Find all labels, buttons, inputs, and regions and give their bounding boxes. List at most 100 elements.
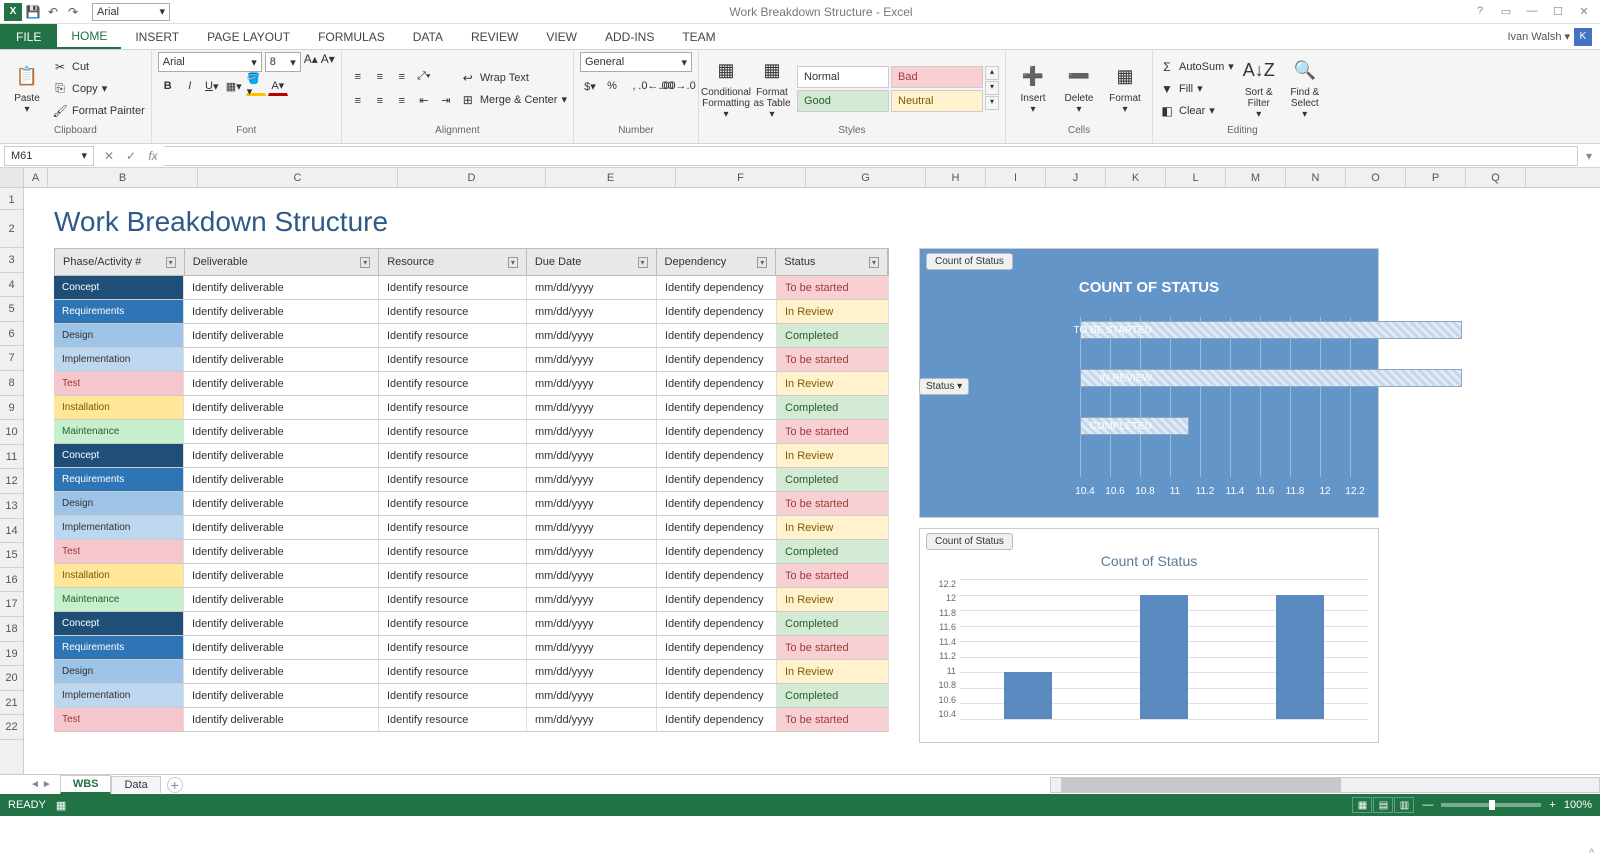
table-cell[interactable]: Requirements bbox=[54, 468, 184, 491]
table-row[interactable]: ConceptIdentify deliverableIdentify reso… bbox=[54, 444, 889, 468]
style-good[interactable]: Good bbox=[797, 90, 889, 112]
column-header[interactable]: H bbox=[926, 168, 986, 187]
filter-dropdown-icon[interactable]: ▾ bbox=[508, 257, 518, 268]
table-cell[interactable]: Identify resource bbox=[379, 324, 527, 347]
number-format-combo[interactable]: General▾ bbox=[580, 52, 692, 72]
filter-dropdown-icon[interactable]: ▾ bbox=[360, 257, 370, 268]
table-cell[interactable]: Identify deliverable bbox=[184, 444, 379, 467]
table-cell[interactable]: Requirements bbox=[54, 636, 184, 659]
copy-button[interactable]: ⎘Copy ▾ bbox=[52, 79, 145, 99]
close-icon[interactable]: ✕ bbox=[1572, 5, 1596, 18]
font-color-button[interactable]: A▾ bbox=[268, 76, 288, 96]
table-row[interactable]: ImplementationIdentify deliverableIdenti… bbox=[54, 684, 889, 708]
excel-icon[interactable]: X bbox=[4, 3, 22, 21]
row-header[interactable]: 14 bbox=[0, 519, 23, 544]
row-header[interactable]: 12 bbox=[0, 469, 23, 494]
table-cell[interactable]: mm/dd/yyyy bbox=[527, 708, 657, 731]
table-cell[interactable]: Identify dependency bbox=[657, 636, 777, 659]
table-cell[interactable]: mm/dd/yyyy bbox=[527, 492, 657, 515]
table-cell[interactable]: Identify resource bbox=[379, 684, 527, 707]
chart-count-of-status-horizontal[interactable]: Count of Status COUNT OF STATUS TO BE ST… bbox=[919, 248, 1379, 518]
tab-addins[interactable]: ADD-INS bbox=[591, 24, 668, 49]
table-row[interactable]: DesignIdentify deliverableIdentify resou… bbox=[54, 324, 889, 348]
table-cell[interactable]: Completed bbox=[777, 684, 889, 707]
table-cell[interactable]: In Review bbox=[777, 372, 889, 395]
table-cell[interactable]: Identify dependency bbox=[657, 492, 777, 515]
table-cell[interactable]: mm/dd/yyyy bbox=[527, 468, 657, 491]
style-neutral[interactable]: Neutral bbox=[891, 90, 983, 112]
decrease-decimal-icon[interactable]: .00→.0 bbox=[668, 76, 688, 96]
expand-formula-icon[interactable]: ▾ bbox=[1578, 146, 1600, 166]
table-cell[interactable]: mm/dd/yyyy bbox=[527, 564, 657, 587]
table-row[interactable]: MaintenanceIdentify deliverableIdentify … bbox=[54, 588, 889, 612]
table-cell[interactable]: Identify dependency bbox=[657, 444, 777, 467]
decrease-indent-icon[interactable]: ⇤ bbox=[414, 91, 434, 111]
save-icon[interactable]: 💾 bbox=[24, 3, 42, 21]
fx-icon[interactable]: fx bbox=[142, 146, 164, 166]
autosum-button[interactable]: ΣAutoSum ▾ bbox=[1159, 57, 1234, 77]
table-cell[interactable]: In Review bbox=[777, 516, 889, 539]
table-cell[interactable]: Identify resource bbox=[379, 300, 527, 323]
align-middle-icon[interactable]: ≡ bbox=[370, 67, 390, 87]
table-cell[interactable]: Identify resource bbox=[379, 276, 527, 299]
row-header[interactable]: 6 bbox=[0, 322, 23, 347]
tab-page-layout[interactable]: PAGE LAYOUT bbox=[193, 24, 304, 49]
table-cell[interactable]: Identify resource bbox=[379, 564, 527, 587]
table-cell[interactable]: Identify resource bbox=[379, 372, 527, 395]
table-cell[interactable]: Concept bbox=[54, 612, 184, 635]
underline-button[interactable]: U▾ bbox=[202, 76, 222, 96]
table-cell[interactable]: Identify dependency bbox=[657, 684, 777, 707]
row-header[interactable]: 18 bbox=[0, 617, 23, 642]
table-cell[interactable]: Completed bbox=[777, 396, 889, 419]
row-header[interactable]: 2 bbox=[0, 210, 23, 248]
table-cell[interactable]: Identify deliverable bbox=[184, 468, 379, 491]
orientation-icon[interactable]: ⤢▾ bbox=[414, 67, 434, 87]
table-cell[interactable]: mm/dd/yyyy bbox=[527, 300, 657, 323]
table-cell[interactable]: Identify dependency bbox=[657, 588, 777, 611]
table-cell[interactable]: Identify dependency bbox=[657, 300, 777, 323]
table-row[interactable]: RequirementsIdentify deliverable Identify… bbox=[54, 636, 889, 660]
table-cell[interactable]: mm/dd/yyyy bbox=[527, 588, 657, 611]
table-cell[interactable]: To be started bbox=[777, 348, 889, 371]
table-cell[interactable]: Identify resource bbox=[379, 348, 527, 371]
table-row[interactable]: RequirementsIdentify deliverableIdentify… bbox=[54, 468, 889, 492]
table-cell[interactable]: Identify deliverable bbox=[184, 588, 379, 611]
chart-count-of-status-vertical[interactable]: Count of Status Count of Status 12.21211… bbox=[919, 528, 1379, 743]
row-header[interactable]: 15 bbox=[0, 543, 23, 568]
table-header-cell[interactable]: Deliverable▾ bbox=[185, 249, 380, 275]
table-cell[interactable]: Concept bbox=[54, 444, 184, 467]
table-row[interactable]: ConceptIdentify deliverableIdentify reso… bbox=[54, 612, 889, 636]
table-cell[interactable]: Identify resource bbox=[379, 660, 527, 683]
table-header-cell[interactable]: Dependency▾ bbox=[657, 249, 777, 275]
table-cell[interactable]: mm/dd/yyyy bbox=[527, 660, 657, 683]
table-cell[interactable]: mm/dd/yyyy bbox=[527, 636, 657, 659]
style-bad[interactable]: Bad bbox=[891, 66, 983, 88]
row-header[interactable]: 19 bbox=[0, 642, 23, 667]
table-cell[interactable]: Installation bbox=[54, 564, 184, 587]
table-cell[interactable]: Identify resource bbox=[379, 612, 527, 635]
table-row[interactable]: MaintenanceIdentify deliverableIdentify … bbox=[54, 420, 889, 444]
zoom-level[interactable]: 100% bbox=[1564, 799, 1592, 811]
table-cell[interactable]: Identify resource bbox=[379, 396, 527, 419]
column-header[interactable]: L bbox=[1166, 168, 1226, 187]
increase-font-icon[interactable]: A▴ bbox=[304, 52, 318, 72]
table-cell[interactable]: Identify resource bbox=[379, 588, 527, 611]
tab-data[interactable]: DATA bbox=[399, 24, 457, 49]
table-row[interactable]: InstallationIdentify deliverableIdentify… bbox=[54, 396, 889, 420]
table-cell[interactable]: mm/dd/yyyy bbox=[527, 516, 657, 539]
table-cell[interactable]: Identify deliverable bbox=[184, 636, 379, 659]
sheet-nav[interactable]: ◄► bbox=[30, 779, 52, 790]
tab-formulas[interactable]: FORMULAS bbox=[304, 24, 399, 49]
insert-cells-button[interactable]: ➕Insert▾ bbox=[1012, 55, 1054, 123]
accounting-icon[interactable]: $▾ bbox=[580, 76, 600, 96]
filter-dropdown-icon[interactable]: ▾ bbox=[869, 257, 879, 268]
row-header[interactable]: 13 bbox=[0, 494, 23, 519]
column-header[interactable]: J bbox=[1046, 168, 1106, 187]
table-cell[interactable]: Identify deliverable bbox=[184, 564, 379, 587]
table-cell[interactable]: Installation bbox=[54, 396, 184, 419]
row-header[interactable]: 7 bbox=[0, 346, 23, 371]
table-cell[interactable]: Implementation bbox=[54, 684, 184, 707]
chart-badge[interactable]: Count of Status bbox=[926, 253, 1013, 270]
table-cell[interactable]: Design bbox=[54, 492, 184, 515]
ribbon-options-icon[interactable]: ▭ bbox=[1494, 5, 1518, 18]
